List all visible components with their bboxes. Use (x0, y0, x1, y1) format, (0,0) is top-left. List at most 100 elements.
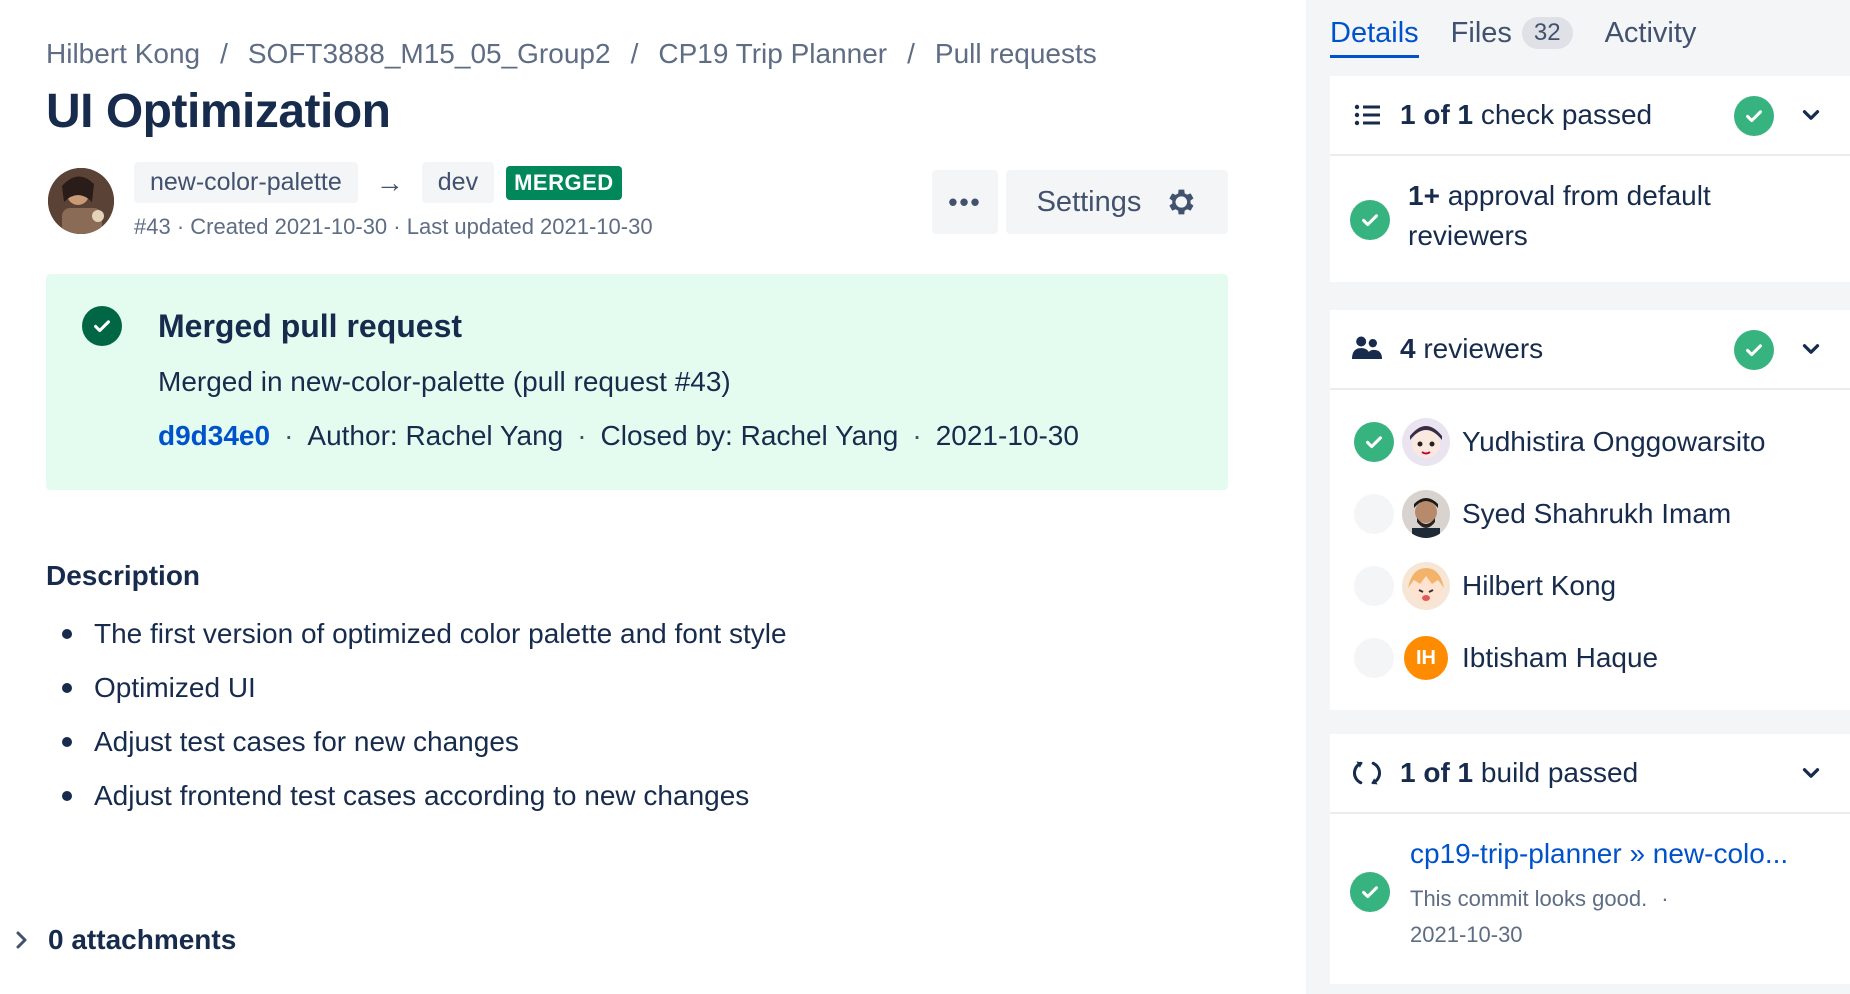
approved-check-icon (1354, 422, 1394, 462)
arrow-right-icon: → (375, 166, 404, 198)
reviewer-name: Ibtisham Haque (1462, 642, 1659, 673)
build-description: This commit looks good. · (1410, 886, 1669, 912)
chevron-down-icon[interactable] (1798, 102, 1824, 128)
builds-card: 1 of 1 build passed cp19-trip-planner » … (1330, 734, 1850, 984)
settings-button[interactable]: Settings (1006, 170, 1228, 234)
reviewer-item[interactable]: Syed Shahrukh Imam (1354, 490, 1731, 538)
chevron-right-icon (16, 931, 27, 949)
reviewer-initials-avatar: IH (1402, 634, 1450, 682)
attachments-toggle[interactable]: 0 attachments (14, 924, 236, 956)
separator-dot: · (912, 420, 922, 451)
check-passed-icon (1734, 96, 1774, 136)
chevron-down-icon[interactable] (1798, 336, 1824, 362)
build-date: 2021-10-30 (1410, 922, 1523, 947)
checks-summary: 1 of 1 check passed (1400, 99, 1652, 131)
merged-meta: d9d34e0 · Author: Rachel Yang · Closed by: R… (158, 420, 1079, 452)
reviewer-item[interactable]: Yudhistira Onggowarsito (1354, 418, 1766, 466)
checks-card: 1 of 1 check passed 1+ approval from def… (1330, 76, 1850, 282)
reviewer-name: Yudhistira Onggowarsito (1462, 426, 1766, 457)
page-title: UI Optimization (46, 85, 391, 138)
builds-summary: 1 of 1 build passed (1400, 757, 1638, 789)
reviewers-header[interactable]: 4 reviewers (1330, 310, 1850, 390)
tab-files-label: Files (1450, 16, 1512, 49)
checks-label: check passed (1473, 99, 1653, 130)
separator-dot: · (284, 420, 294, 451)
merged-panel: Merged pull request Merged in new-color-… (46, 274, 1228, 490)
list-item: Optimized UI (46, 666, 787, 720)
author-avatar[interactable] (48, 168, 114, 234)
merge-author: Author: Rachel Yang (307, 420, 564, 451)
branch-row: new-color-palette → dev MERGED (134, 162, 622, 203)
breadcrumb-separator: / (630, 38, 639, 69)
reviewer-avatar (1402, 562, 1450, 610)
reviewers-count: 4 (1400, 333, 1416, 364)
merged-check-icon (82, 306, 122, 346)
sidebar-tabs: Details Files 32 Activity (1330, 0, 1696, 58)
merge-closed-by: Closed by: Rachel Yang (600, 420, 899, 451)
details-sidebar: Details Files 32 Activity 1 of 1 check p… (1306, 0, 1850, 994)
breadcrumb-item-owner[interactable]: Hilbert Kong (46, 38, 200, 70)
approval-count: 1+ (1408, 180, 1440, 211)
builds-count: 1 of 1 (1400, 757, 1474, 788)
reviewer-name: Syed Shahrukh Imam (1462, 498, 1732, 529)
reviewer-avatar (1402, 418, 1450, 466)
checks-header[interactable]: 1 of 1 check passed (1330, 76, 1850, 156)
reviewers-card: 4 reviewers Yudhistira Onggowarsito Syed… (1330, 310, 1850, 710)
more-icon: ••• (948, 186, 982, 217)
separator-dot: · (1661, 886, 1669, 911)
tab-activity-label: Activity (1604, 16, 1697, 49)
reviewer-avatar (1402, 490, 1450, 538)
description-list: The first version of optimized color pal… (46, 612, 787, 828)
chevron-down-icon[interactable] (1798, 760, 1824, 786)
builds-header[interactable]: 1 of 1 build passed (1330, 734, 1850, 814)
checks-count: 1 of 1 (1400, 99, 1474, 130)
list-item: Adjust test cases for new changes (46, 720, 787, 774)
list-item: The first version of optimized color pal… (46, 612, 787, 666)
build-link[interactable]: cp19-trip-planner » new-colo... (1410, 838, 1788, 870)
pending-status-icon (1354, 638, 1394, 678)
merged-title: Merged pull request (158, 308, 463, 344)
people-icon (1352, 334, 1382, 364)
merge-date: 2021-10-30 (935, 420, 1079, 451)
sync-icon (1352, 758, 1382, 788)
separator-dot: · (577, 420, 587, 451)
reviewers-approved-icon (1734, 330, 1774, 370)
tab-details[interactable]: Details (1330, 0, 1419, 58)
reviewer-item[interactable]: Hilbert Kong (1354, 562, 1616, 610)
reviewers-label: reviewers (1415, 333, 1544, 364)
avatar-photo-icon (48, 168, 114, 234)
tab-details-label: Details (1330, 16, 1419, 49)
tab-files[interactable]: Files 32 (1451, 0, 1573, 58)
breadcrumb-item-pull-requests[interactable]: Pull requests (935, 38, 1097, 70)
breadcrumb-separator: / (907, 38, 915, 69)
reviewer-item[interactable]: IH Ibtisham Haque (1354, 634, 1658, 682)
breadcrumb-item-repo[interactable]: CP19 Trip Planner (658, 38, 887, 70)
breadcrumb-item-project[interactable]: SOFT3888_M15_05_Group2 (248, 38, 611, 70)
approval-rule: 1+ approval from default reviewers (1408, 176, 1808, 256)
files-count-badge: 32 (1521, 17, 1573, 49)
list-item: Adjust frontend test cases according to … (46, 774, 787, 828)
approval-text: approval from default reviewers (1408, 180, 1711, 251)
breadcrumb: Hilbert Kong / SOFT3888_M15_05_Group2 / … (46, 38, 1097, 70)
commit-link[interactable]: d9d34e0 (158, 420, 270, 451)
reviewers-summary: 4 reviewers (1400, 333, 1543, 365)
pr-meta: #43 · Created 2021-10-30 · Last updated … (134, 214, 653, 239)
target-branch[interactable]: dev (421, 162, 495, 203)
source-branch[interactable]: new-color-palette (134, 162, 358, 203)
settings-label: Settings (1036, 185, 1142, 218)
attachments-label: 0 attachments (48, 924, 237, 955)
breadcrumb-separator: / (220, 38, 228, 69)
description-heading: Description (46, 560, 201, 591)
reviewer-name: Hilbert Kong (1462, 570, 1617, 601)
tab-activity[interactable]: Activity (1605, 0, 1697, 58)
status-badge: MERGED (506, 165, 622, 200)
pending-status-icon (1354, 566, 1394, 606)
main-content: Hilbert Kong / SOFT3888_M15_05_Group2 / … (0, 0, 1290, 994)
build-desc-text: This commit looks good. (1410, 886, 1648, 911)
pending-status-icon (1354, 494, 1394, 534)
gear-icon (1169, 189, 1194, 215)
builds-label: build passed (1473, 757, 1639, 788)
more-actions-button[interactable]: ••• (932, 170, 998, 234)
list-icon (1352, 100, 1382, 130)
build-check-icon (1350, 872, 1390, 912)
